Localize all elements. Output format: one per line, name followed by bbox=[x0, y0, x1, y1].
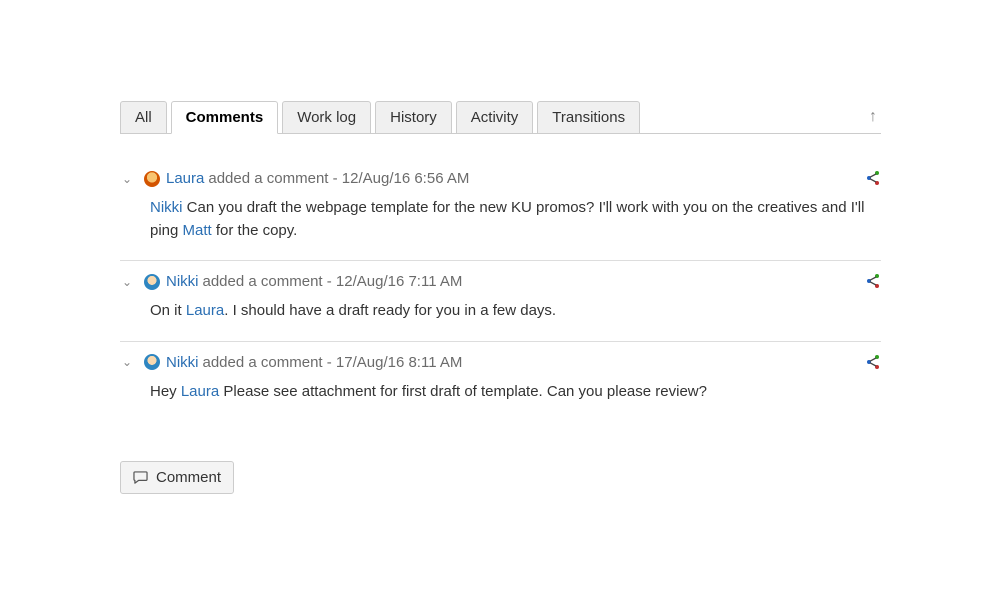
avatar[interactable] bbox=[144, 171, 160, 187]
comment: ⌄ Laura added a comment - 12/Aug/16 6:56 … bbox=[120, 158, 881, 261]
tab-worklog[interactable]: Work log bbox=[282, 101, 371, 134]
comment: ⌄ Nikki added a comment - 12/Aug/16 7:11 … bbox=[120, 261, 881, 342]
comment: ⌄ Nikki added a comment - 17/Aug/16 8:11 … bbox=[120, 342, 881, 422]
comment-header: ⌄ Nikki added a comment - 12/Aug/16 7:11 … bbox=[120, 273, 881, 290]
scroll-up-icon[interactable]: ↑ bbox=[869, 108, 881, 126]
avatar[interactable] bbox=[144, 274, 160, 290]
comment-body: On it Laura. I should have a draft ready… bbox=[150, 300, 881, 323]
user-mention[interactable]: Laura bbox=[181, 383, 219, 400]
comment-header: ⌄ Nikki added a comment - 17/Aug/16 8:11 … bbox=[120, 354, 881, 371]
comment-meta: added a comment - 12/Aug/16 7:11 AM bbox=[203, 273, 463, 290]
footer: Comment bbox=[120, 461, 881, 494]
comment-meta: added a comment - 17/Aug/16 8:11 AM bbox=[203, 354, 463, 371]
chevron-down-icon[interactable]: ⌄ bbox=[122, 355, 136, 369]
user-mention[interactable]: Matt bbox=[183, 222, 212, 239]
comment-header: ⌄ Laura added a comment - 12/Aug/16 6:56 … bbox=[120, 170, 881, 187]
tabs: All Comments Work log History Activity T… bbox=[120, 100, 644, 133]
tab-comments[interactable]: Comments bbox=[171, 101, 279, 134]
user-mention[interactable]: Laura bbox=[186, 302, 224, 319]
comment-body: Hey Laura Please see attachment for firs… bbox=[150, 381, 881, 404]
comment-button-label: Comment bbox=[156, 469, 221, 486]
tab-transitions[interactable]: Transitions bbox=[537, 101, 640, 134]
comment-body: Nikki Can you draft the webpage template… bbox=[150, 197, 881, 242]
avatar[interactable] bbox=[144, 354, 160, 370]
comments-list: ⌄ Laura added a comment - 12/Aug/16 6:56 … bbox=[120, 158, 881, 421]
share-icon[interactable] bbox=[865, 170, 881, 186]
tab-all[interactable]: All bbox=[120, 101, 167, 134]
tab-activity[interactable]: Activity bbox=[456, 101, 534, 134]
share-icon[interactable] bbox=[865, 273, 881, 289]
tabs-row: All Comments Work log History Activity T… bbox=[120, 100, 881, 133]
comment-author-link[interactable]: Nikki bbox=[166, 273, 199, 290]
user-mention[interactable]: Nikki bbox=[150, 199, 183, 216]
comment-meta: added a comment - 12/Aug/16 6:56 AM bbox=[208, 170, 469, 187]
comment-author-link[interactable]: Nikki bbox=[166, 354, 199, 371]
comment-author-link[interactable]: Laura bbox=[166, 170, 204, 187]
add-comment-button[interactable]: Comment bbox=[120, 461, 234, 494]
chevron-down-icon[interactable]: ⌄ bbox=[122, 172, 136, 186]
tab-history[interactable]: History bbox=[375, 101, 452, 134]
chevron-down-icon[interactable]: ⌄ bbox=[122, 275, 136, 289]
speech-bubble-icon bbox=[133, 471, 148, 485]
share-icon[interactable] bbox=[865, 354, 881, 370]
